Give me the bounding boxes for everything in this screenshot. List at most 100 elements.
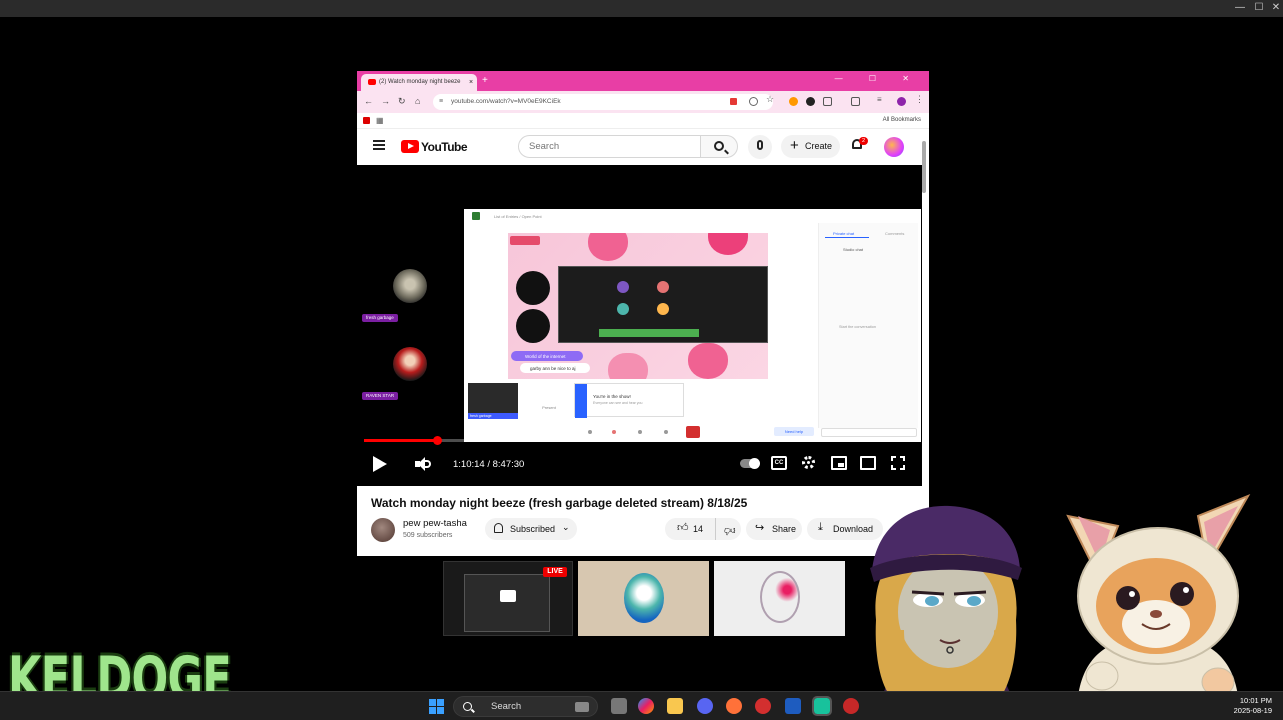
extension-icon[interactable] (823, 97, 832, 106)
channel-avatar[interactable] (371, 518, 395, 542)
tab-underline (825, 237, 869, 238)
home-button[interactable]: ⌂ (415, 96, 420, 106)
side-panel-icon[interactable] (851, 97, 860, 106)
bookmark-youtube-icon[interactable] (363, 117, 370, 124)
desktop-screen: — ☐ ✕ (2) Watch monday night beeze × + —… (0, 0, 1283, 720)
bookmark-star-icon[interactable]: ☆ (766, 94, 774, 105)
progress-fill (364, 439, 438, 442)
back-button[interactable]: ← (364, 96, 373, 106)
windows-start-icon[interactable] (429, 699, 444, 714)
outer-close-button[interactable]: ✕ (1269, 2, 1283, 14)
page-scrollbar[interactable] (922, 141, 926, 193)
new-tab-button[interactable]: + (482, 75, 488, 86)
all-bookmarks-link[interactable]: All Bookmarks (883, 117, 921, 123)
subscribed-button[interactable]: Subscribed ⌄ (485, 518, 577, 540)
outer-minimize-button[interactable]: — (1233, 2, 1247, 14)
extension-icon[interactable] (806, 97, 815, 106)
video-title: Watch monday night beeze (fresh garbage … (371, 496, 748, 510)
guest-thumb (657, 303, 669, 315)
strawberry-decoration (688, 343, 728, 379)
app-icon[interactable] (755, 698, 771, 714)
create-label: Create (805, 141, 833, 151)
firefox-icon[interactable] (726, 698, 742, 714)
video-player[interactable]: fresh garbage RAVEN STAR List of Entries… (357, 165, 922, 486)
dislike-button[interactable]: 👍︎ (715, 518, 741, 540)
embedded-chat-bubble: World of the internet (511, 351, 583, 361)
app-icon[interactable] (812, 696, 832, 716)
site-info-icon[interactable]: ≡ (439, 98, 443, 105)
youtube-logo-icon[interactable] (401, 140, 419, 153)
profile-avatar[interactable] (897, 97, 906, 106)
file-explorer-icon[interactable] (667, 698, 683, 714)
share-button[interactable]: ↪ Share (746, 518, 802, 540)
extension-icon[interactable] (789, 97, 798, 106)
channel-name[interactable]: pew pew-tasha (403, 518, 467, 529)
search-input[interactable] (518, 135, 701, 158)
word-icon[interactable] (785, 698, 801, 714)
sketch-art (760, 571, 800, 623)
embedded-chat-panel: Private chat Comments Studio chat Start … (818, 223, 918, 437)
zoom-icon[interactable] (749, 97, 758, 106)
progress-bar[interactable] (364, 436, 915, 445)
strawberry-decoration (588, 233, 628, 261)
task-view-icon[interactable] (611, 698, 627, 714)
forward-button[interactable]: → (381, 96, 390, 106)
search-button[interactable] (700, 135, 738, 158)
scene-screen (464, 574, 550, 632)
copilot-icon[interactable] (638, 698, 654, 714)
discord-icon[interactable] (697, 698, 713, 714)
apps-grid-icon[interactable]: ▦ (376, 116, 384, 125)
guest-circle (516, 271, 550, 305)
tab-close-icon[interactable]: × (469, 79, 473, 86)
play-icon[interactable] (373, 456, 387, 472)
embedded-studio-screen: List of Entries / Open Point World of th… (464, 209, 921, 442)
account-avatar[interactable] (884, 137, 904, 157)
taskbar-clock[interactable]: 10:01 PM 2025-08-19 (1226, 696, 1272, 716)
cc-icon[interactable]: CC (771, 456, 787, 470)
time-display: 1:10:14 / 8:47:30 (453, 459, 525, 470)
like-button[interactable]: 👍︎ 14 (665, 518, 711, 540)
guest-circle (516, 309, 550, 343)
theater-icon[interactable] (860, 456, 876, 470)
download-icon: ⤓ (818, 521, 823, 533)
youtube-app-icon[interactable] (843, 698, 859, 714)
guest-thumb (617, 303, 629, 315)
create-button[interactable]: + Create (781, 135, 840, 158)
address-bar[interactable]: ≡ youtube.com/watch?v=MV0eE9KCiEk (433, 94, 773, 110)
embedded-tab-comments: Comments (885, 231, 905, 236)
participant-avatar (393, 347, 427, 381)
youtube-wordmark[interactable]: YouTube (421, 140, 468, 154)
like-count: 14 (693, 524, 704, 534)
participant-tag: fresh garbage (362, 314, 398, 322)
embedded-tool-icon (638, 430, 642, 434)
embedded-in-show-banner: You're in the show! Everyone can see and… (574, 383, 684, 418)
embedded-need-help: Need help (774, 427, 814, 436)
embedded-tool-icon (664, 430, 668, 434)
progress-scrubber[interactable] (433, 436, 443, 445)
menu-icon[interactable] (373, 140, 385, 150)
voice-search-button[interactable] (748, 135, 772, 159)
volume-icon[interactable] (415, 457, 431, 471)
monitor-icon (500, 590, 516, 602)
miniplayer-icon[interactable] (831, 456, 847, 470)
embedded-start-conversation: Start the conversation (839, 325, 876, 329)
taskbar-search-label: Search (491, 701, 522, 712)
gear-icon[interactable] (801, 456, 817, 470)
embedded-breadcrumb: List of Entries / Open Point (494, 214, 542, 219)
reload-button[interactable]: ↻ (398, 96, 406, 107)
downloads-icon[interactable]: ≡ (877, 95, 882, 104)
record-icon[interactable] (730, 98, 737, 105)
search-icon (714, 141, 724, 151)
outer-maximize-button[interactable]: ☐ (1252, 2, 1266, 14)
bookmarks-bar: ▦ All Bookmarks (357, 113, 929, 129)
address-url: youtube.com/watch?v=MV0eE9KCiEk (451, 98, 561, 105)
browser-menu-icon[interactable]: ⋮ (915, 94, 924, 105)
fullscreen-icon[interactable] (890, 456, 906, 470)
browser-window-controls[interactable]: — ☐ ✕ (835, 74, 921, 83)
taskbar-search[interactable]: Search (453, 696, 598, 717)
browser-tab-active[interactable]: (2) Watch monday night beeze × (361, 74, 477, 91)
guest-thumb (657, 281, 669, 293)
autoplay-toggle[interactable] (740, 458, 760, 469)
participant-tag: RAVEN STAR (362, 392, 399, 400)
embedded-toolbar (584, 425, 704, 439)
